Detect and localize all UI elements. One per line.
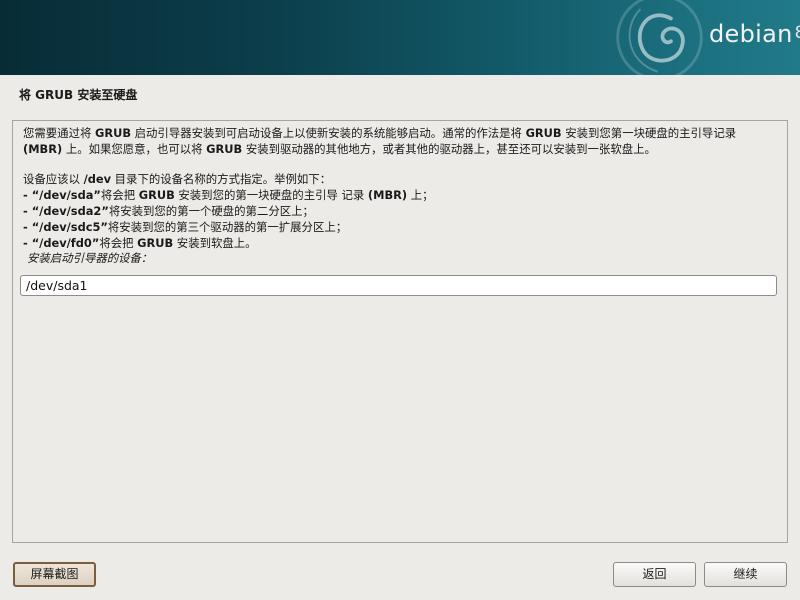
- back-button[interactable]: 返回: [613, 562, 696, 587]
- example-item: - “/dev/fd0”将会把 GRUB 安装到软盘上。: [23, 236, 257, 250]
- description-line: (MBR) 上。如果您愿意，也可以将 GRUB 安装到驱动器的其他地方，或者其他…: [23, 142, 656, 156]
- continue-button[interactable]: 继续: [704, 562, 787, 587]
- debian-logo: debian8: [709, 16, 800, 51]
- example-item: - “/dev/sda”将会把 GRUB 安装到您的第一块硬盘的主引导 记录 (…: [23, 188, 434, 202]
- example-item: - “/dev/sda2”将安装到您的第一个硬盘的第二分区上；: [23, 204, 314, 218]
- example-list: - “/dev/sda”将会把 GRUB 安装到您的第一块硬盘的主引导 记录 (…: [23, 187, 783, 251]
- description-line: 您需要通过将 GRUB 启动引导器安装到可启动设备上以使新安装的系统能够启动。通…: [23, 126, 737, 140]
- boot-device-input[interactable]: [20, 275, 777, 296]
- debian-swirl-icon: [616, 0, 703, 75]
- device-prompt-label: 安装启动引导器的设备：: [27, 251, 153, 265]
- page-title: 将 GRUB 安装至硬盘: [19, 88, 138, 102]
- description-line: 设备应该以 /dev 目录下的设备名称的方式指定。举例如下：: [23, 172, 332, 186]
- example-item: - “/dev/sdc5”将安装到您的第三个驱动器的第一扩展分区上；: [23, 220, 348, 234]
- screenshot-button[interactable]: 屏幕截图: [13, 562, 96, 587]
- description-text: 您需要通过将 GRUB 启动引导器安装到可启动设备上以使新安装的系统能够启动。通…: [23, 125, 783, 251]
- installer-banner: debian8: [0, 0, 800, 75]
- content-panel: 您需要通过将 GRUB 启动引导器安装到可启动设备上以使新安装的系统能够启动。通…: [12, 120, 788, 543]
- logo-version: 8: [795, 23, 800, 43]
- logo-text: debian: [709, 20, 793, 48]
